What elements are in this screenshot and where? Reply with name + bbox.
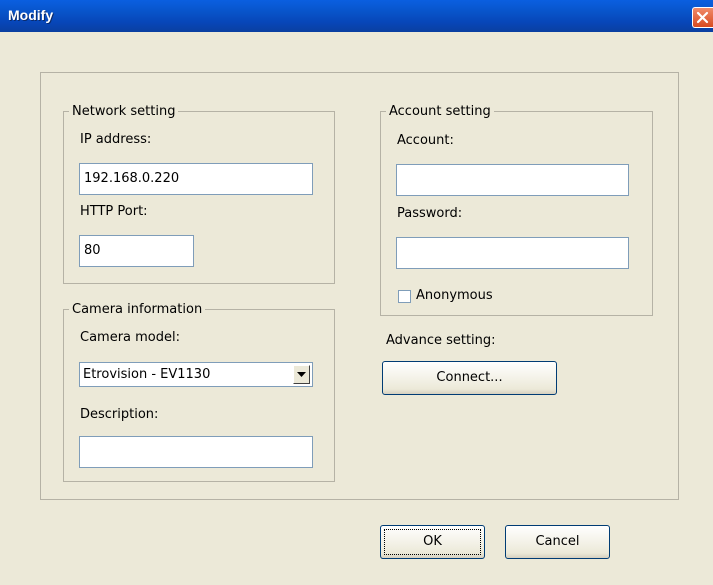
anonymous-checkbox[interactable] — [398, 290, 411, 303]
close-button[interactable] — [692, 7, 713, 28]
title-bar[interactable]: Modify — [0, 0, 713, 32]
connect-button[interactable]: Connect... — [382, 361, 557, 395]
ip-address-input[interactable]: 192.168.0.220 — [79, 163, 313, 195]
account-label: Account: — [397, 133, 454, 148]
ok-button-label: OK — [423, 534, 442, 549]
camera-model-value: Etrovision - EV1130 — [83, 367, 211, 382]
advance-setting-label: Advance setting: — [386, 333, 496, 348]
cancel-button[interactable]: Cancel — [505, 525, 610, 559]
network-setting-legend: Network setting — [72, 104, 176, 119]
window-title: Modify — [8, 7, 54, 23]
password-label: Password: — [397, 206, 463, 221]
anonymous-label[interactable]: Anonymous — [416, 288, 493, 303]
ok-button[interactable]: OK — [380, 525, 485, 559]
password-input[interactable] — [396, 237, 629, 269]
description-label: Description: — [80, 407, 159, 422]
camera-model-select[interactable]: Etrovision - EV1130 — [79, 362, 313, 387]
account-input[interactable] — [396, 164, 629, 196]
http-port-input[interactable]: 80 — [79, 235, 194, 267]
camera-model-label: Camera model: — [80, 330, 181, 345]
camera-information-legend: Camera information — [72, 302, 203, 317]
http-port-label: HTTP Port: — [80, 204, 148, 219]
chevron-down-icon — [297, 372, 306, 377]
ip-address-label: IP address: — [80, 132, 152, 147]
close-icon — [696, 11, 709, 24]
account-setting-legend: Account setting — [389, 104, 491, 119]
connect-button-label: Connect... — [436, 370, 503, 385]
cancel-button-label: Cancel — [535, 534, 580, 549]
dropdown-button[interactable] — [293, 365, 310, 384]
description-input[interactable] — [79, 436, 313, 468]
